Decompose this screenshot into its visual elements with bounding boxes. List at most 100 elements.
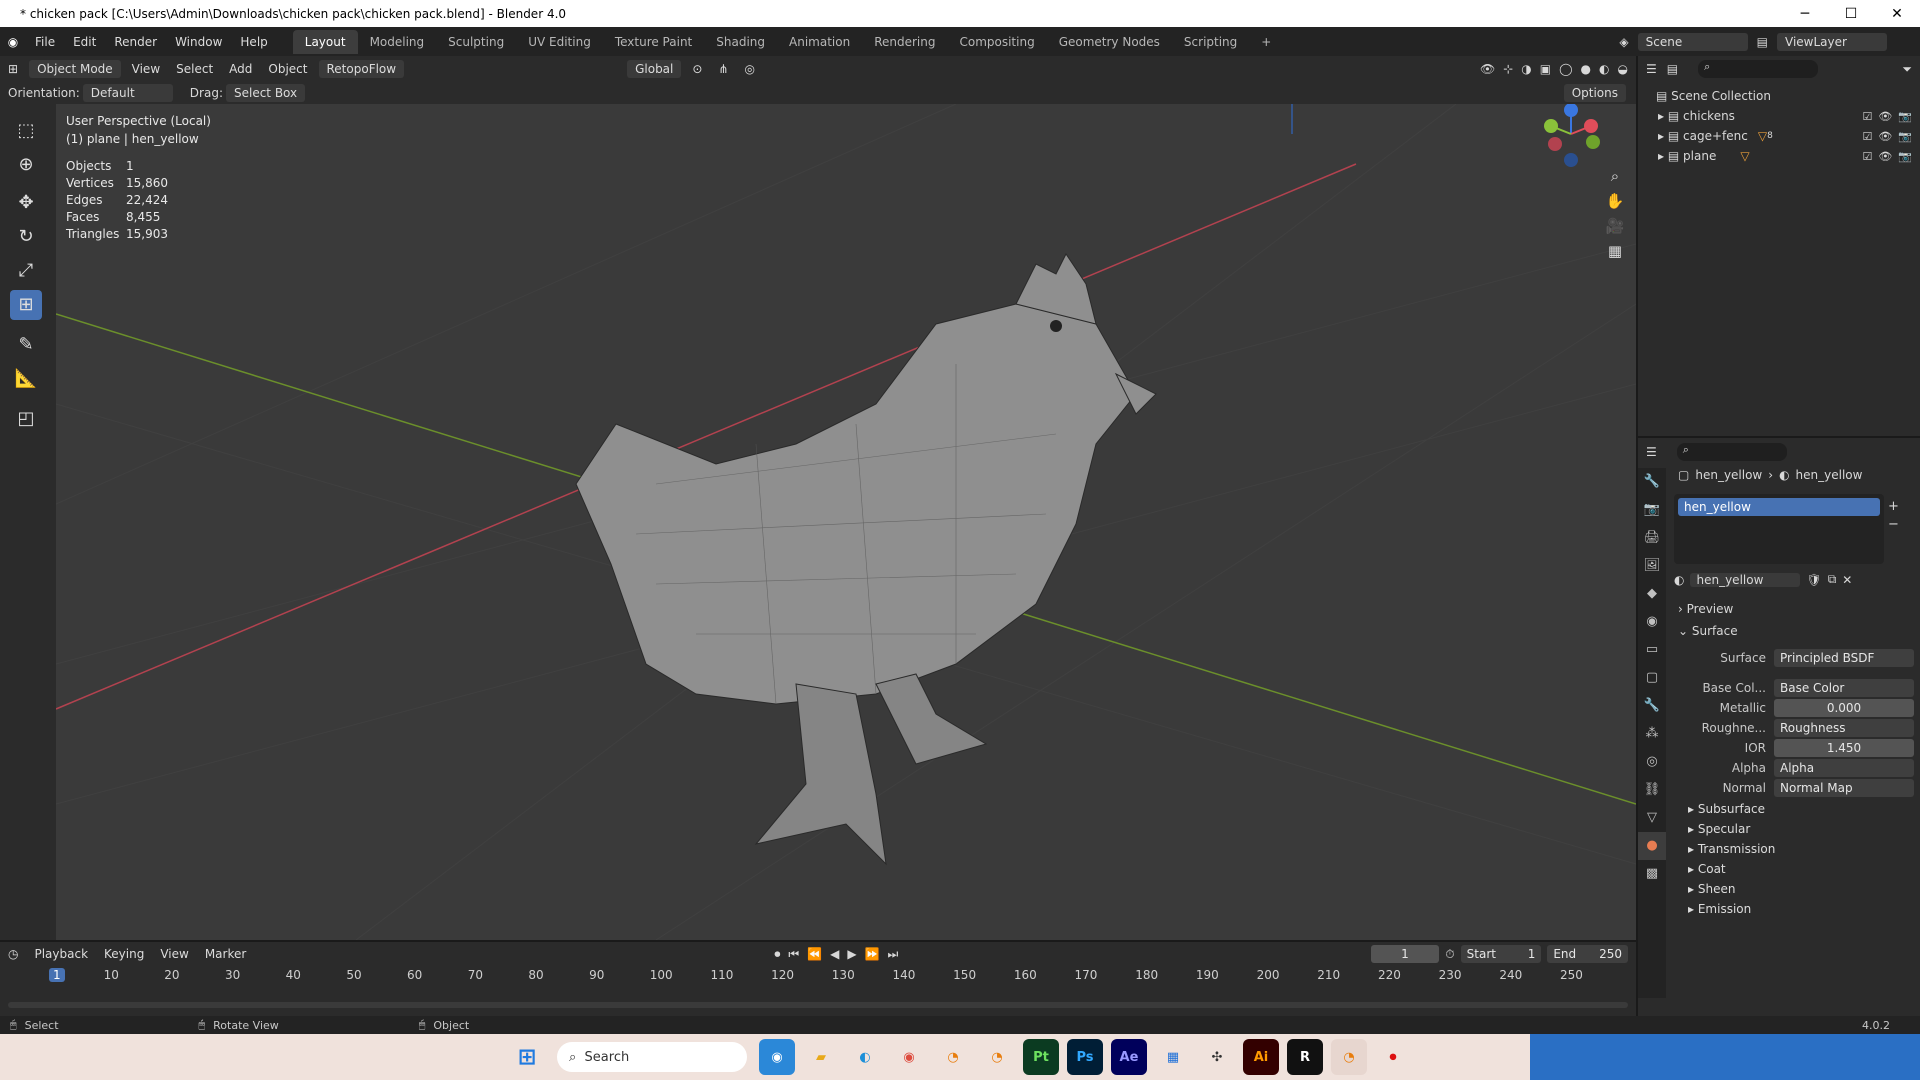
checkbox-icon[interactable]: ☑ [1862, 130, 1872, 143]
overlay-icon[interactable]: ◑ [1521, 62, 1531, 76]
rotate-tool-icon[interactable]: ↻ [10, 222, 42, 252]
select-box-tool-icon[interactable]: ⬚ [10, 116, 42, 146]
subpanel-sheen[interactable]: ▸ Sheen [1688, 882, 1735, 896]
duplicate-icon[interactable]: ⧉ [1828, 572, 1837, 587]
tab-layout[interactable]: Layout [292, 29, 358, 54]
rendered-shading-icon[interactable]: ◒ [1618, 62, 1628, 76]
remove-slot-button[interactable]: − [1888, 516, 1899, 534]
constraints-tab-icon[interactable]: ⛓ [1638, 776, 1666, 804]
expand-arrow-icon[interactable]: ▸ [1658, 129, 1664, 143]
photoshop-icon[interactable]: Ps [1067, 1039, 1103, 1075]
modifier-tab-icon[interactable]: 🔧 [1638, 692, 1666, 720]
snap-icon[interactable]: ⋔ [710, 62, 736, 76]
gizmo-icon[interactable]: ⊹ [1503, 62, 1513, 76]
outliner-type-icon[interactable]: ☰ [1646, 62, 1657, 76]
blender-icon[interactable]: ◔ [979, 1039, 1015, 1075]
collection-tab-icon[interactable]: ▭ [1638, 636, 1666, 664]
menu-file[interactable]: File [26, 35, 64, 49]
store-icon[interactable]: ▦ [1155, 1039, 1191, 1075]
add-menu[interactable]: Add [221, 62, 260, 76]
tab-animation[interactable]: Animation [777, 30, 862, 54]
eye-icon[interactable]: 👁 [1878, 130, 1892, 143]
blender-logo-icon[interactable]: ◉ [0, 35, 26, 49]
drag-dropdown[interactable]: Select Box [225, 84, 306, 102]
scene-selector[interactable]: Scene [1637, 32, 1748, 51]
maximize-button[interactable]: ☐ [1828, 6, 1874, 22]
camera-view-icon[interactable]: 🎥 [1602, 214, 1628, 239]
file-explorer-icon[interactable]: ▰ [803, 1039, 839, 1075]
illustrator-icon[interactable]: Ai [1243, 1039, 1279, 1075]
edge-icon[interactable]: ◐ [847, 1039, 883, 1075]
prev-keyframe-icon[interactable]: ⏪ [807, 947, 822, 962]
properties-type-icon[interactable]: ☰ [1646, 445, 1657, 459]
minimize-button[interactable]: ─ [1782, 6, 1828, 22]
outliner-search-input[interactable]: ⌕ [1698, 60, 1819, 78]
texture-tab-icon[interactable]: ▩ [1638, 860, 1666, 888]
expand-arrow-icon[interactable]: ▸ [1658, 149, 1664, 163]
ior-field[interactable]: 1.450 [1774, 739, 1914, 757]
view-menu[interactable]: View [124, 62, 168, 76]
stopwatch-icon[interactable]: ⏱ [1445, 947, 1454, 962]
pivot-icon[interactable]: ⊙ [684, 62, 710, 76]
subpanel-specular[interactable]: ▸ Specular [1688, 822, 1750, 836]
camera-icon[interactable]: 📷 [1898, 110, 1912, 123]
pan-hand-icon[interactable]: ✋ [1602, 189, 1628, 214]
add-cube-tool-icon[interactable]: ◰ [10, 404, 42, 434]
transform-orientation-dropdown[interactable]: Global [627, 60, 682, 78]
filter-icon[interactable]: ⏷ [1902, 62, 1912, 77]
close-button[interactable]: ✕ [1874, 6, 1920, 22]
tab-sculpting[interactable]: Sculpting [436, 30, 516, 54]
subpanel-emission[interactable]: ▸ Emission [1688, 902, 1751, 916]
chrome-icon[interactable]: ◉ [891, 1039, 927, 1075]
options-dropdown[interactable]: Options [1563, 84, 1626, 102]
eye-icon[interactable]: 👁 [1878, 110, 1892, 123]
playback-menu[interactable]: Playback [26, 947, 96, 961]
zoom-icon[interactable]: ⌕ [1602, 164, 1628, 189]
timeline-scrollbar[interactable] [8, 1002, 1628, 1008]
tool-tab-icon[interactable]: 🔧 [1638, 468, 1666, 496]
unlink-icon[interactable]: ✕ [1842, 573, 1852, 587]
outliner-row-plane[interactable]: ▸ ▤ plane ▽ ☑ 👁 📷 [1638, 146, 1920, 166]
shader-dropdown[interactable]: Principled BSDF [1774, 649, 1914, 667]
display-mode-icon[interactable]: ▤ [1667, 62, 1678, 76]
subpanel-transmission[interactable]: ▸ Transmission [1688, 842, 1775, 856]
normal-socket[interactable]: Normal Map [1774, 779, 1914, 797]
timeline-view-menu[interactable]: View [152, 947, 196, 961]
tab-rendering[interactable]: Rendering [862, 30, 947, 54]
metallic-field[interactable]: 0.000 [1774, 699, 1914, 717]
scene-tab-icon[interactable]: ◆ [1638, 580, 1666, 608]
blender-icon[interactable]: ◔ [1331, 1039, 1367, 1075]
scale-tool-icon[interactable]: ⤢ [10, 256, 42, 286]
eye-icon[interactable]: 👁 [1878, 150, 1892, 163]
jump-start-icon[interactable]: ⏮ [788, 947, 799, 962]
world-tab-icon[interactable]: ◉ [1638, 608, 1666, 636]
fake-user-icon[interactable]: 🛡 [1806, 573, 1821, 587]
cursor-tool-icon[interactable]: ⊕ [10, 150, 42, 180]
tab-compositing[interactable]: Compositing [947, 30, 1046, 54]
transform-tool-icon[interactable]: ⊞ [10, 290, 42, 320]
orientation-dropdown[interactable]: Default [82, 84, 173, 102]
camera-icon[interactable]: 📷 [1898, 130, 1912, 143]
object-menu[interactable]: Object [260, 62, 315, 76]
outliner-row-cage[interactable]: ▸ ▤ cage+fenc ▽ 8 ☑ 👁 📷 [1638, 126, 1920, 146]
select-menu[interactable]: Select [168, 62, 221, 76]
measure-tool-icon[interactable]: 📐 [10, 364, 42, 394]
render-tab-icon[interactable]: 📷 [1638, 496, 1666, 524]
app-icon[interactable]: ◉ [759, 1039, 795, 1075]
outliner-row-scene-collection[interactable]: ▤ Scene Collection [1638, 86, 1920, 106]
properties-search-input[interactable]: ⌕ [1676, 443, 1787, 461]
tab-geometry-nodes[interactable]: Geometry Nodes [1047, 30, 1172, 54]
preview-panel-header[interactable]: › Preview [1678, 602, 1733, 616]
menu-edit[interactable]: Edit [64, 35, 105, 49]
keying-menu[interactable]: Keying [96, 947, 152, 961]
substance-painter-icon[interactable]: Pt [1023, 1039, 1059, 1075]
app-icon[interactable]: R [1287, 1039, 1323, 1075]
menu-help[interactable]: Help [231, 35, 276, 49]
tab-modeling[interactable]: Modeling [358, 30, 437, 54]
windows-start-icon[interactable]: ⊞ [509, 1039, 545, 1075]
xray-icon[interactable]: ▣ [1540, 62, 1551, 76]
jump-end-icon[interactable]: ⏭ [888, 947, 899, 962]
blender-icon[interactable]: ◔ [935, 1039, 971, 1075]
frame-ruler[interactable]: 1 10 20 30 40 50 60 70 80 90 100 110 120 130 140 150 160… [0, 966, 1636, 986]
tab-texture-paint[interactable]: Texture Paint [603, 30, 704, 54]
